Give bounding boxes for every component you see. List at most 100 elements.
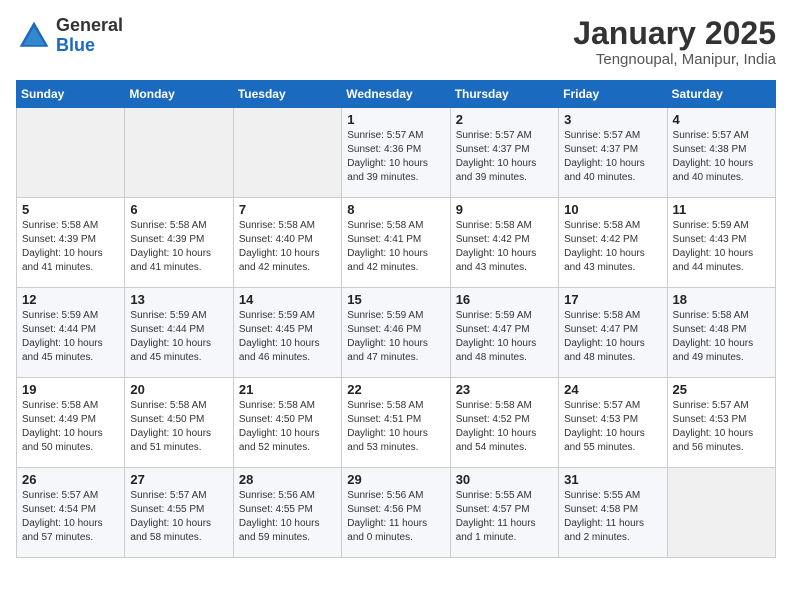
page-header: General Blue January 2025 Tengnoupal, Ma… xyxy=(16,16,776,68)
day-info: Sunrise: 5:59 AM Sunset: 4:44 PM Dayligh… xyxy=(22,309,119,365)
header-thursday: Thursday xyxy=(450,81,558,108)
day-info: Sunrise: 5:57 AM Sunset: 4:36 PM Dayligh… xyxy=(347,129,444,185)
calendar-cell: 13 Sunrise: 5:59 AM Sunset: 4:44 PM Dayli… xyxy=(125,288,233,378)
logo-blue: Blue xyxy=(56,35,95,55)
day-number: 19 xyxy=(22,382,119,397)
calendar-cell: 31 Sunrise: 5:55 AM Sunset: 4:58 PM Dayli… xyxy=(559,468,667,558)
header-monday: Monday xyxy=(125,81,233,108)
day-number: 8 xyxy=(347,202,444,217)
calendar-cell: 23 Sunrise: 5:58 AM Sunset: 4:52 PM Dayli… xyxy=(450,378,558,468)
calendar-cell: 3 Sunrise: 5:57 AM Sunset: 4:37 PM Daylig… xyxy=(559,108,667,198)
week-row-4: 19 Sunrise: 5:58 AM Sunset: 4:49 PM Dayli… xyxy=(17,378,776,468)
calendar-cell: 4Sunrise: 5:57 AM Sunset: 4:38 PM Daylig… xyxy=(667,108,775,198)
day-info: Sunrise: 5:58 AM Sunset: 4:50 PM Dayligh… xyxy=(130,399,227,455)
day-number: 4 xyxy=(673,112,770,127)
day-info: Sunrise: 5:58 AM Sunset: 4:51 PM Dayligh… xyxy=(347,399,444,455)
day-info: Sunrise: 5:57 AM Sunset: 4:53 PM Dayligh… xyxy=(564,399,661,455)
calendar-cell: 2 Sunrise: 5:57 AM Sunset: 4:37 PM Daylig… xyxy=(450,108,558,198)
calendar-table: SundayMondayTuesdayWednesdayThursdayFrid… xyxy=(16,80,776,558)
day-info: Sunrise: 5:58 AM Sunset: 4:42 PM Dayligh… xyxy=(456,219,553,275)
day-info: Sunrise: 5:59 AM Sunset: 4:44 PM Dayligh… xyxy=(130,309,227,365)
day-number: 17 xyxy=(564,292,661,307)
day-info: Sunrise: 5:58 AM Sunset: 4:41 PM Dayligh… xyxy=(347,219,444,275)
month-title: January 2025 xyxy=(573,16,776,51)
day-number: 29 xyxy=(347,472,444,487)
calendar-cell: 29 Sunrise: 5:56 AM Sunset: 4:56 PM Dayli… xyxy=(342,468,450,558)
day-number: 12 xyxy=(22,292,119,307)
day-number: 15 xyxy=(347,292,444,307)
day-number: 2 xyxy=(456,112,553,127)
day-info: Sunrise: 5:57 AM Sunset: 4:54 PM Dayligh… xyxy=(22,489,119,545)
calendar-cell: 1Sunrise: 5:57 AM Sunset: 4:36 PM Daylig… xyxy=(342,108,450,198)
location: Tengnoupal, Manipur, India xyxy=(573,51,776,68)
calendar-cell xyxy=(17,108,125,198)
calendar-cell: 10 Sunrise: 5:58 AM Sunset: 4:42 PM Dayli… xyxy=(559,198,667,288)
day-number: 13 xyxy=(130,292,227,307)
header-tuesday: Tuesday xyxy=(233,81,341,108)
day-info: Sunrise: 5:59 AM Sunset: 4:47 PM Dayligh… xyxy=(456,309,553,365)
day-info: Sunrise: 5:58 AM Sunset: 4:48 PM Dayligh… xyxy=(673,309,770,365)
calendar-cell: 20 Sunrise: 5:58 AM Sunset: 4:50 PM Dayli… xyxy=(125,378,233,468)
day-number: 21 xyxy=(239,382,336,397)
day-info: Sunrise: 5:57 AM Sunset: 4:37 PM Dayligh… xyxy=(456,129,553,185)
calendar-cell: 19 Sunrise: 5:58 AM Sunset: 4:49 PM Dayli… xyxy=(17,378,125,468)
day-info: Sunrise: 5:58 AM Sunset: 4:50 PM Dayligh… xyxy=(239,399,336,455)
calendar-cell: 27 Sunrise: 5:57 AM Sunset: 4:55 PM Dayli… xyxy=(125,468,233,558)
calendar-cell: 12 Sunrise: 5:59 AM Sunset: 4:44 PM Dayli… xyxy=(17,288,125,378)
week-row-2: 5Sunrise: 5:58 AM Sunset: 4:39 PM Daylig… xyxy=(17,198,776,288)
calendar-cell xyxy=(667,468,775,558)
day-number: 3 xyxy=(564,112,661,127)
day-info: Sunrise: 5:58 AM Sunset: 4:49 PM Dayligh… xyxy=(22,399,119,455)
calendar-cell: 6 Sunrise: 5:58 AM Sunset: 4:39 PM Daylig… xyxy=(125,198,233,288)
day-info: Sunrise: 5:58 AM Sunset: 4:42 PM Dayligh… xyxy=(564,219,661,275)
title-area: January 2025 Tengnoupal, Manipur, India xyxy=(573,16,776,68)
day-info: Sunrise: 5:55 AM Sunset: 4:58 PM Dayligh… xyxy=(564,489,661,545)
day-info: Sunrise: 5:58 AM Sunset: 4:40 PM Dayligh… xyxy=(239,219,336,275)
day-number: 10 xyxy=(564,202,661,217)
day-number: 23 xyxy=(456,382,553,397)
calendar-cell: 24 Sunrise: 5:57 AM Sunset: 4:53 PM Dayli… xyxy=(559,378,667,468)
calendar-cell: 5Sunrise: 5:58 AM Sunset: 4:39 PM Daylig… xyxy=(17,198,125,288)
day-number: 27 xyxy=(130,472,227,487)
header-sunday: Sunday xyxy=(17,81,125,108)
day-number: 28 xyxy=(239,472,336,487)
day-info: Sunrise: 5:58 AM Sunset: 4:47 PM Dayligh… xyxy=(564,309,661,365)
calendar-cell: 8 Sunrise: 5:58 AM Sunset: 4:41 PM Daylig… xyxy=(342,198,450,288)
logo-text: General Blue xyxy=(56,16,123,56)
calendar-cell: 14 Sunrise: 5:59 AM Sunset: 4:45 PM Dayli… xyxy=(233,288,341,378)
day-info: Sunrise: 5:58 AM Sunset: 4:39 PM Dayligh… xyxy=(130,219,227,275)
day-info: Sunrise: 5:59 AM Sunset: 4:46 PM Dayligh… xyxy=(347,309,444,365)
header-row: SundayMondayTuesdayWednesdayThursdayFrid… xyxy=(17,81,776,108)
day-info: Sunrise: 5:58 AM Sunset: 4:52 PM Dayligh… xyxy=(456,399,553,455)
day-number: 6 xyxy=(130,202,227,217)
header-wednesday: Wednesday xyxy=(342,81,450,108)
day-number: 16 xyxy=(456,292,553,307)
day-number: 22 xyxy=(347,382,444,397)
week-row-3: 12 Sunrise: 5:59 AM Sunset: 4:44 PM Dayli… xyxy=(17,288,776,378)
calendar-cell: 30Sunrise: 5:55 AM Sunset: 4:57 PM Dayli… xyxy=(450,468,558,558)
day-info: Sunrise: 5:56 AM Sunset: 4:56 PM Dayligh… xyxy=(347,489,444,545)
day-number: 9 xyxy=(456,202,553,217)
day-number: 20 xyxy=(130,382,227,397)
day-info: Sunrise: 5:59 AM Sunset: 4:43 PM Dayligh… xyxy=(673,219,770,275)
day-number: 25 xyxy=(673,382,770,397)
day-info: Sunrise: 5:57 AM Sunset: 4:37 PM Dayligh… xyxy=(564,129,661,185)
day-number: 14 xyxy=(239,292,336,307)
calendar-cell: 18 Sunrise: 5:58 AM Sunset: 4:48 PM Dayli… xyxy=(667,288,775,378)
day-info: Sunrise: 5:57 AM Sunset: 4:53 PM Dayligh… xyxy=(673,399,770,455)
day-info: Sunrise: 5:57 AM Sunset: 4:55 PM Dayligh… xyxy=(130,489,227,545)
logo-icon xyxy=(16,18,52,54)
day-number: 18 xyxy=(673,292,770,307)
day-info: Sunrise: 5:59 AM Sunset: 4:45 PM Dayligh… xyxy=(239,309,336,365)
calendar-cell: 15 Sunrise: 5:59 AM Sunset: 4:46 PM Dayli… xyxy=(342,288,450,378)
calendar-cell xyxy=(233,108,341,198)
calendar-cell: 9 Sunrise: 5:58 AM Sunset: 4:42 PM Daylig… xyxy=(450,198,558,288)
logo: General Blue xyxy=(16,16,123,56)
day-number: 31 xyxy=(564,472,661,487)
day-info: Sunrise: 5:55 AM Sunset: 4:57 PM Dayligh… xyxy=(456,489,553,545)
calendar-cell: 21 Sunrise: 5:58 AM Sunset: 4:50 PM Dayli… xyxy=(233,378,341,468)
calendar-cell: 22 Sunrise: 5:58 AM Sunset: 4:51 PM Dayli… xyxy=(342,378,450,468)
logo-general: General xyxy=(56,15,123,35)
day-number: 24 xyxy=(564,382,661,397)
calendar-cell: 26Sunrise: 5:57 AM Sunset: 4:54 PM Dayli… xyxy=(17,468,125,558)
